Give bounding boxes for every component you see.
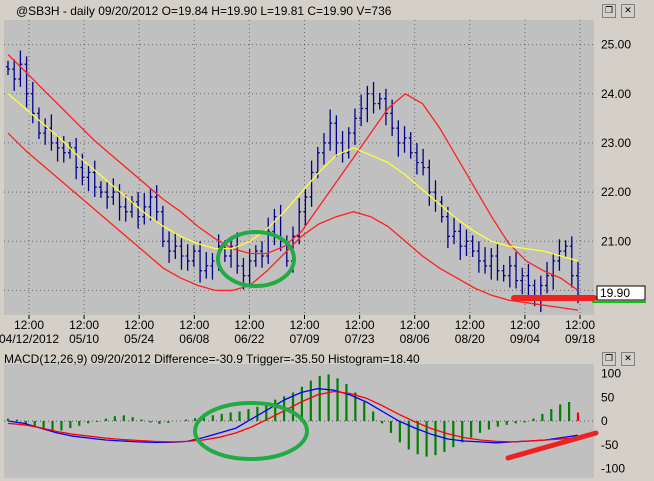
x-tick-time: 12:00 — [400, 318, 430, 332]
x-tick-date: 07/23 — [345, 332, 375, 346]
macd-y-tick-label: -50 — [601, 438, 619, 452]
macd-y-tick-label: 100 — [601, 367, 621, 381]
price-chart[interactable]: 25.0024.0023.0022.0021.0020.00 12:0004/1… — [0, 0, 654, 346]
price-plot-area — [4, 20, 594, 315]
x-tick-date: 06/22 — [234, 332, 264, 346]
y-tick-label: 23.00 — [601, 136, 631, 150]
x-tick-date: 06/08 — [179, 332, 209, 346]
y-tick-label: 22.00 — [601, 185, 631, 199]
price-pane-title: @SB3H - daily 09/20/2012 O=19.84 H=19.90… — [16, 4, 392, 18]
macd-pane-title: MACD(12,26,9) 09/20/2012 Difference=-30.… — [4, 352, 420, 366]
macd-y-tick-label: 0 — [601, 414, 608, 428]
y-tick-label: 25.00 — [601, 38, 631, 52]
x-tick-date: 04/12/2012 — [0, 332, 59, 346]
close-icon[interactable]: ✕ — [621, 4, 635, 18]
x-tick-time: 12:00 — [14, 318, 44, 332]
x-tick-date: 08/20 — [455, 332, 485, 346]
macd-y-tick-label: 50 — [601, 390, 615, 404]
x-tick-date: 05/10 — [69, 332, 99, 346]
y-tick-label: 24.00 — [601, 87, 631, 101]
restore-icon[interactable]: ❐ — [602, 4, 616, 18]
last-price-label: 19.90 — [600, 286, 630, 300]
y-tick-label: 21.00 — [601, 234, 631, 248]
x-tick-time: 12:00 — [455, 318, 485, 332]
x-tick-date: 08/06 — [400, 332, 430, 346]
x-tick-time: 12:00 — [179, 318, 209, 332]
x-tick-time: 12:00 — [289, 318, 319, 332]
x-tick-time: 12:00 — [124, 318, 154, 332]
x-tick-time: 12:00 — [345, 318, 375, 332]
macd-y-tick-label: -100 — [601, 462, 625, 476]
x-tick-time: 12:00 — [510, 318, 540, 332]
x-tick-date: 09/04 — [510, 332, 540, 346]
close-icon[interactable]: ✕ — [621, 352, 635, 366]
restore-icon[interactable]: ❐ — [602, 352, 616, 366]
x-tick-date: 09/18 — [565, 332, 595, 346]
chart-window: 25.0024.0023.0022.0021.0020.00 12:0004/1… — [0, 0, 654, 481]
x-tick-date: 05/24 — [124, 332, 154, 346]
x-tick-time: 12:00 — [234, 318, 264, 332]
x-tick-date: 07/09 — [289, 332, 319, 346]
x-tick-time: 12:00 — [69, 318, 99, 332]
x-tick-time: 12:00 — [565, 318, 595, 332]
macd-chart[interactable]: 100 50 0 -50 -100 — [0, 348, 654, 481]
